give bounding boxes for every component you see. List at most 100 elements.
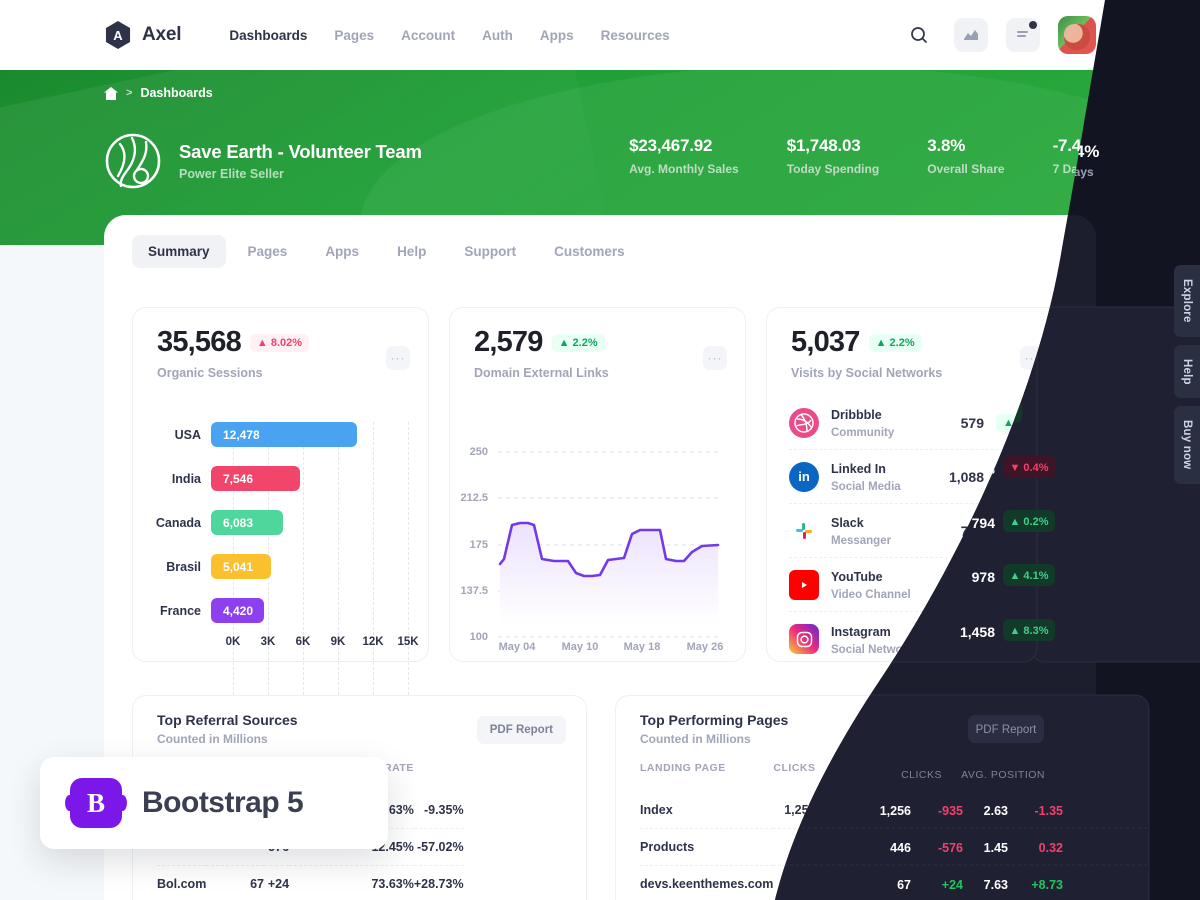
notes-icon[interactable] bbox=[1006, 18, 1040, 52]
bar-category-label: France bbox=[160, 603, 201, 618]
card-subtitle: Visits by Social Networks bbox=[791, 366, 943, 380]
cell-clicks: 446 bbox=[773, 828, 816, 866]
cell-source: Bol.com bbox=[157, 865, 207, 900]
list-item[interactable]: YouTube Video Channel 978 ▲4.1% bbox=[789, 558, 1044, 612]
social-category: Video Channel bbox=[831, 589, 911, 601]
social-value: 1,458 bbox=[948, 631, 984, 647]
card-menu-button[interactable]: ··· bbox=[703, 346, 727, 370]
bar-chart-x-axis: 0K 3K 6K 9K 12K 15K bbox=[155, 636, 419, 658]
table-header-row: LANDING PAGE CLICKS AVG. POSITION bbox=[640, 762, 973, 792]
tab-support[interactable]: Support bbox=[448, 235, 532, 268]
x-tick: 15K bbox=[397, 636, 419, 648]
avatar[interactable] bbox=[1058, 16, 1096, 54]
search-icon[interactable] bbox=[902, 18, 936, 52]
slack-icon bbox=[789, 516, 819, 546]
cell-rate-delta: -57.02% bbox=[413, 828, 464, 866]
col-landing-page: LANDING PAGE bbox=[640, 762, 726, 774]
hero-stat-avg-monthly-sales: $23,467.92 Avg. Monthly Sales bbox=[629, 136, 739, 176]
chart-icon[interactable] bbox=[954, 18, 988, 52]
cell-page: Products bbox=[640, 828, 774, 866]
card-value: 35,568 bbox=[157, 326, 242, 358]
x-tick: May 10 bbox=[561, 641, 599, 653]
bar-row: Brasil 5,041 bbox=[155, 548, 411, 585]
cell-clicks-delta: -935 bbox=[815, 803, 841, 817]
list-item[interactable]: in Linked In Social Media 1,088 ▼0.4% bbox=[789, 450, 1044, 504]
bar-value-label: 12,478 bbox=[211, 422, 357, 447]
col-clicks-delta bbox=[816, 762, 841, 792]
cell-position: 2.63 bbox=[916, 803, 942, 817]
app-root: A Axel Dashboards Pages Account Auth App… bbox=[0, 0, 1200, 900]
brand-mark-icon: A bbox=[105, 21, 131, 49]
card-value: 5,037 bbox=[791, 326, 860, 358]
bootstrap-logo-icon: B bbox=[70, 778, 122, 828]
bar-value-label: 6,083 bbox=[211, 510, 283, 535]
social-category: Messanger bbox=[831, 535, 892, 547]
hero-stat-7-days: -7.4% 7 Days bbox=[1052, 136, 1097, 176]
notification-badge bbox=[1029, 21, 1037, 29]
tab-pages[interactable]: Pages bbox=[232, 235, 304, 268]
card-value: 2,579 bbox=[474, 326, 543, 358]
social-name: Slack bbox=[831, 516, 864, 530]
card-subtitle: Organic Sessions bbox=[157, 366, 263, 380]
main-nav: Dashboards Pages Account Auth Apps Resou… bbox=[229, 28, 669, 43]
social-delta-badge: ▼0.4% bbox=[996, 467, 1044, 486]
nav-item-auth[interactable]: Auth bbox=[482, 28, 513, 43]
hero-stat-value: 3.8% bbox=[927, 136, 966, 155]
col-clicks: CLICKS bbox=[773, 762, 816, 774]
card-menu-button[interactable]: ··· bbox=[386, 346, 410, 370]
hero-stat-label: Overall Share bbox=[927, 162, 1005, 176]
table-row[interactable]: Index 1,256 -935 2.63 -1.35 bbox=[640, 792, 973, 829]
pdf-report-button[interactable]: PDF Report bbox=[959, 716, 1049, 744]
table-row[interactable]: Products 446 -576 1.45 0.32 bbox=[640, 828, 973, 866]
cell-rate-delta: -9.35% bbox=[423, 803, 464, 817]
nav-item-apps[interactable]: Apps bbox=[540, 28, 574, 43]
nav-item-dashboards[interactable]: Dashboards bbox=[229, 28, 307, 43]
cell-rate: 73.63% bbox=[289, 865, 414, 900]
pdf-report-button[interactable]: PDF Report bbox=[476, 716, 566, 744]
table-row[interactable]: devs.keenthemes.com 67 +24 7.63 +8.73 bbox=[640, 865, 973, 900]
card-delta-badge: ▲ 8.02% bbox=[249, 333, 310, 352]
tab-apps[interactable]: Apps bbox=[309, 235, 375, 268]
social-delta-badge: ▲0.2% bbox=[996, 521, 1044, 540]
table-subtitle: Counted in Millions bbox=[157, 732, 268, 746]
x-tick: 6K bbox=[295, 636, 311, 648]
tab-help[interactable]: Help bbox=[381, 235, 442, 268]
card-menu-button[interactable]: ··· bbox=[1020, 346, 1044, 370]
hero-stat-overall-share: 3.8% Overall Share bbox=[927, 136, 1004, 176]
bar-category-label: USA bbox=[174, 427, 201, 442]
side-tab-buy-now[interactable]: Buy now bbox=[1174, 406, 1200, 484]
list-item[interactable]: Dribbble Community 579 ▲2.6% bbox=[789, 396, 1044, 450]
social-name: Dribbble bbox=[831, 408, 882, 422]
side-tab-explore[interactable]: Explore bbox=[1174, 265, 1200, 337]
card-delta-badge: ▲ 2.2% bbox=[551, 333, 605, 352]
bar-row: USA 12,478 bbox=[155, 416, 411, 453]
breadcrumb-current[interactable]: Dashboards bbox=[140, 86, 212, 100]
pages-table: LANDING PAGE CLICKS AVG. POSITION Index … bbox=[640, 762, 973, 900]
list-item[interactable]: Slack Messanger 794 ▲0.2% bbox=[789, 504, 1044, 558]
social-delta-badge: ▲2.6% bbox=[996, 413, 1044, 432]
col-avg-position: AVG. POSITION bbox=[856, 762, 942, 774]
bar-chart: USA 12,478 India 7,546 Canada 6,083 Bras… bbox=[155, 416, 419, 720]
cell-rate-delta: +28.73% bbox=[413, 865, 464, 900]
nav-item-account[interactable]: Account bbox=[401, 28, 455, 43]
cell-position-delta: -1.35 bbox=[944, 803, 973, 817]
nav-item-pages[interactable]: Pages bbox=[334, 28, 374, 43]
hero-stat-label: 7 Days bbox=[1052, 162, 1092, 176]
bar-row: India 7,546 bbox=[155, 460, 411, 497]
home-icon[interactable] bbox=[104, 86, 118, 100]
card-header: 2,579 ▲ 2.2% Domain External Links bbox=[474, 326, 609, 380]
brand-name: Axel bbox=[142, 24, 182, 45]
table-row[interactable]: Bol.com 67 +24 73.63% +28.73% bbox=[157, 865, 464, 900]
list-item[interactable]: Instagram Social Network 1,458 ▲8.3% bbox=[789, 612, 1044, 666]
bar-row: Canada 6,083 bbox=[155, 504, 411, 541]
breadcrumb-separator: > bbox=[126, 87, 133, 99]
tab-summary[interactable]: Summary bbox=[132, 235, 226, 268]
card-header: 35,568 ▲ 8.02% Organic Sessions bbox=[157, 326, 310, 380]
side-tab-help[interactable]: Help bbox=[1174, 344, 1200, 399]
card-organic-sessions: 35,568 ▲ 8.02% Organic Sessions ··· USA bbox=[132, 307, 429, 720]
cell-sessions: 67 bbox=[206, 865, 264, 900]
nav-item-resources[interactable]: Resources bbox=[601, 28, 670, 43]
tab-customers[interactable]: Customers bbox=[538, 235, 641, 268]
table-title: Top Performing Pages bbox=[640, 712, 789, 728]
brand-logo[interactable]: A Axel bbox=[104, 21, 182, 49]
